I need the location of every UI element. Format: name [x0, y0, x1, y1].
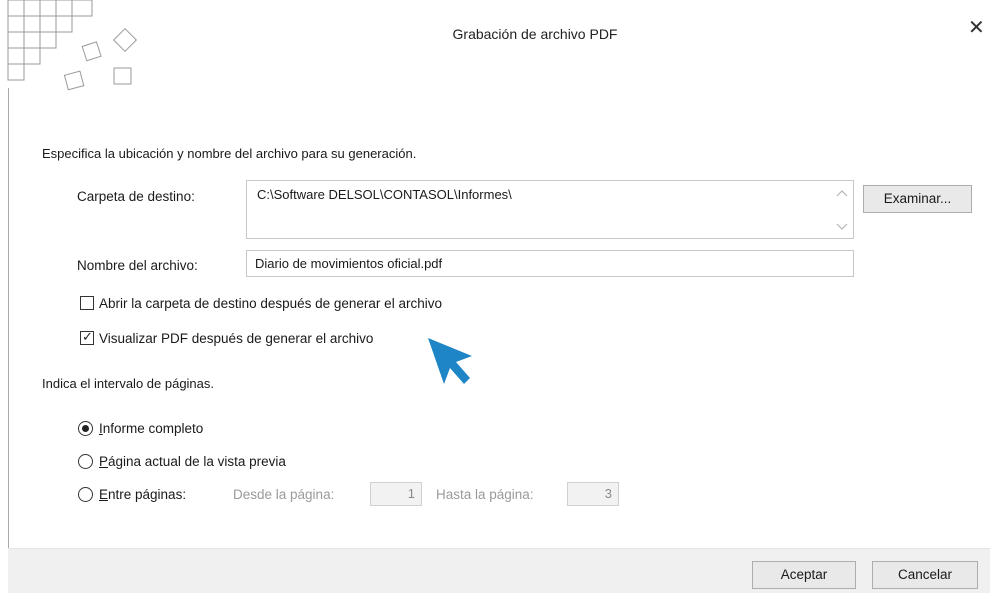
logo-grid-icon — [7, 0, 138, 91]
radio-full-report-label[interactable]: Informe completo — [99, 421, 203, 436]
radio-page-range[interactable] — [78, 487, 93, 502]
radio-selected-dot — [82, 425, 89, 432]
to-page-label: Hasta la página: — [436, 487, 534, 502]
radio-current-page-label[interactable]: Página actual de la vista previa — [99, 454, 286, 469]
open-folder-checkbox-label[interactable]: Abrir la carpeta de destino después de g… — [99, 296, 442, 311]
view-pdf-checkbox-label[interactable]: Visualizar PDF después de generar el arc… — [99, 331, 373, 346]
pdf-export-dialog: Grabación de archivo PDF ✕ Especifica la… — [0, 0, 990, 593]
checkmark-icon: ✓ — [82, 329, 93, 344]
view-pdf-checkbox[interactable]: ✓ — [80, 329, 94, 345]
folder-label: Carpeta de destino: — [77, 189, 195, 204]
to-page-field[interactable]: 3 — [567, 482, 619, 506]
folder-textarea[interactable]: C:\Software DELSOL\CONTASOL\Informes\ — [246, 180, 854, 239]
browse-button[interactable]: Examinar... — [863, 185, 972, 213]
scroll-down-icon[interactable] — [836, 223, 848, 231]
folder-value: C:\Software DELSOL\CONTASOL\Informes\ — [257, 187, 512, 202]
dialog-title: Grabación de archivo PDF — [452, 26, 618, 42]
filename-input[interactable]: Diario de movimientos oficial.pdf — [246, 250, 854, 277]
cancel-button[interactable]: Cancelar — [872, 561, 978, 589]
dialog-left-border — [8, 88, 9, 548]
dialog-footer: Aceptar Cancelar — [8, 548, 990, 593]
from-page-field[interactable]: 1 — [370, 482, 422, 506]
close-icon[interactable]: ✕ — [968, 18, 985, 38]
open-folder-checkbox[interactable] — [80, 296, 94, 310]
radio-page-range-label[interactable]: Entre páginas: — [99, 487, 186, 502]
from-page-label: Desde la página: — [233, 487, 335, 502]
accept-button[interactable]: Aceptar — [752, 561, 856, 589]
radio-full-report[interactable] — [78, 421, 93, 436]
range-section-heading: Indica el intervalo de páginas. — [42, 376, 215, 391]
filename-label: Nombre del archivo: — [77, 258, 198, 273]
location-section-heading: Especifica la ubicación y nombre del arc… — [42, 146, 417, 161]
pointer-arrow-icon — [428, 338, 472, 384]
folder-scrollbar[interactable] — [831, 181, 853, 238]
scroll-up-icon[interactable] — [836, 189, 848, 197]
radio-current-page[interactable] — [78, 454, 93, 469]
